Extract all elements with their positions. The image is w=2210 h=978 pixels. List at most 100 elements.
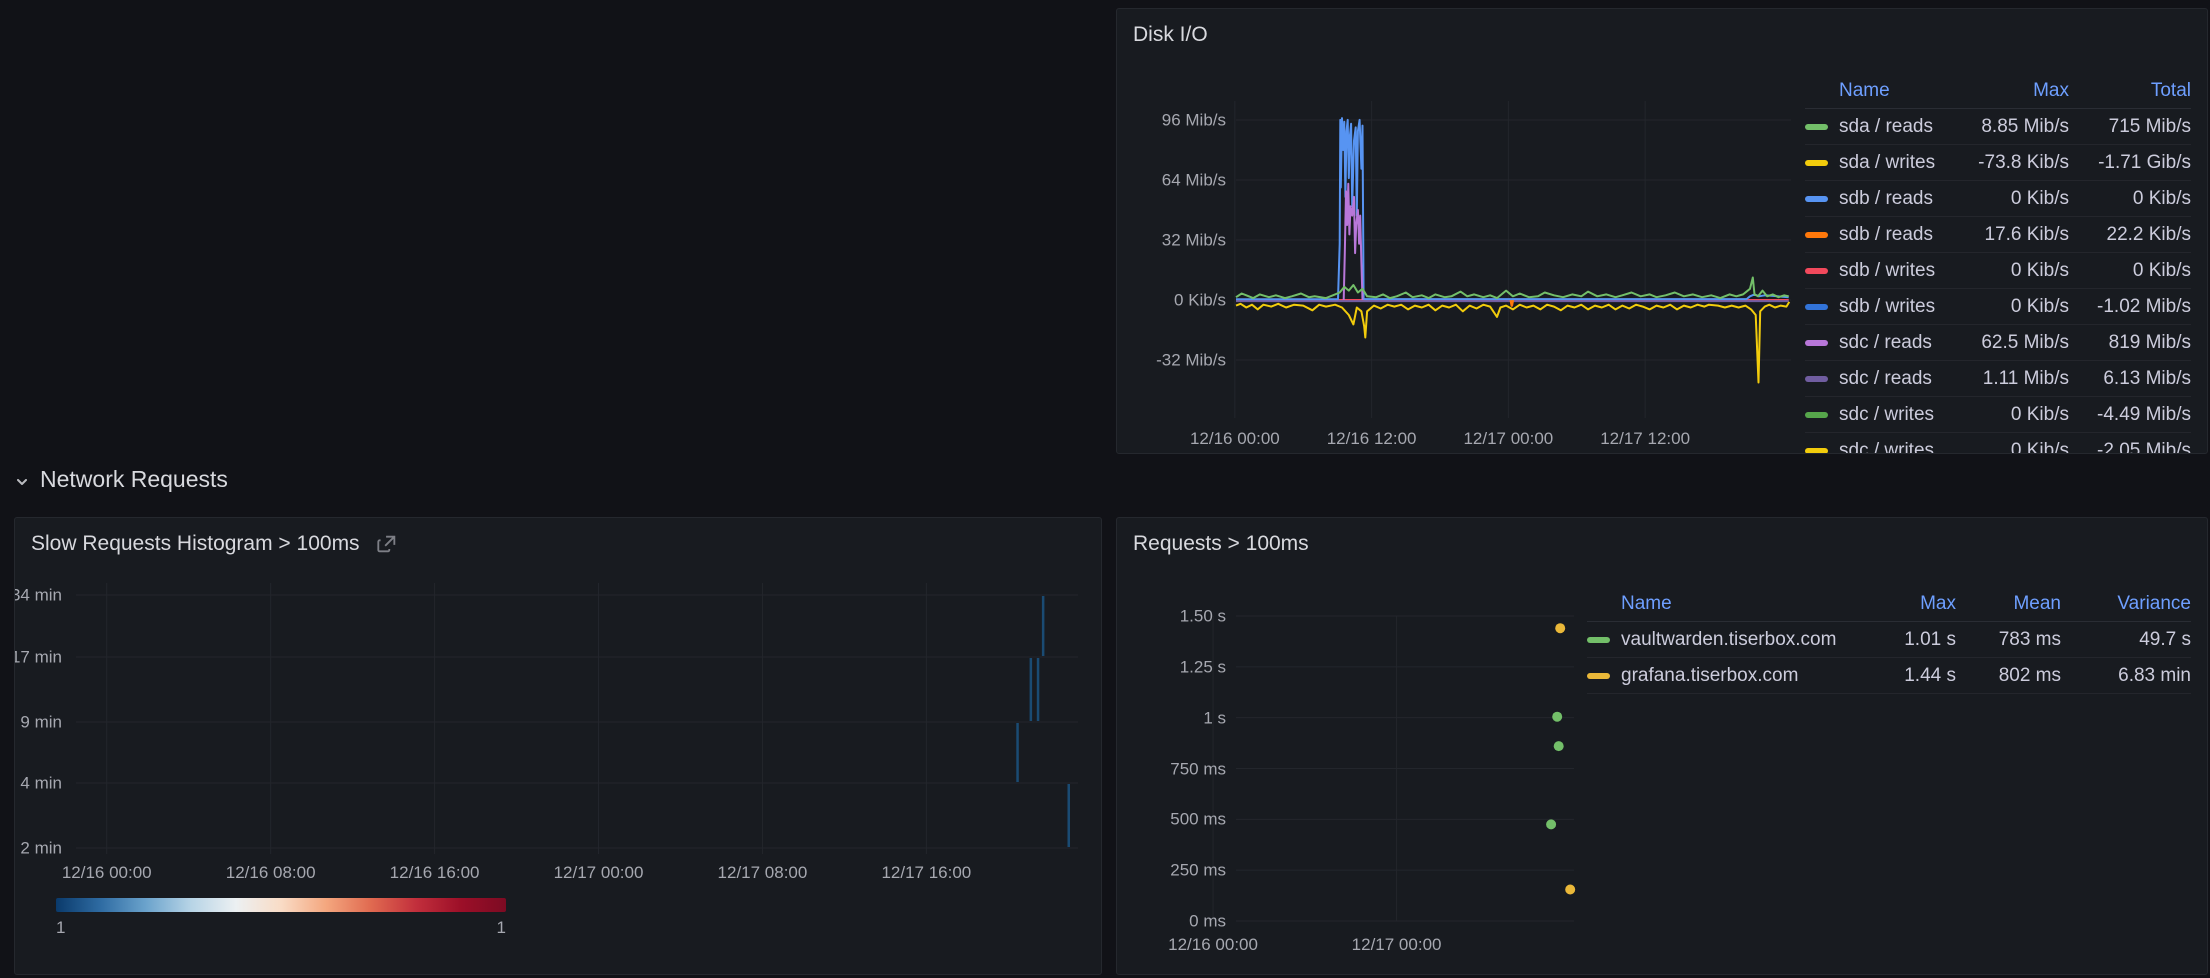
heatmap-cell bbox=[1068, 784, 1071, 847]
legend-value: 802 ms bbox=[1956, 665, 2061, 687]
legend-value: 8.85 Mib/s bbox=[1954, 116, 2069, 138]
heatmap-cell bbox=[1037, 658, 1040, 721]
legend-row[interactable]: sdb / writes0 Kib/s-1.02 Mib/s bbox=[1805, 289, 2191, 325]
legend-column-header[interactable]: Name bbox=[1839, 80, 1954, 102]
legend-value: 0 Kib/s bbox=[1954, 440, 2069, 454]
colorbar-max-label: 1 bbox=[497, 918, 506, 938]
legend-value: sdc / writes bbox=[1839, 440, 1954, 454]
disk-io-legend: NameMaxTotalsda / reads8.85 Mib/s715 Mib… bbox=[1805, 73, 2191, 453]
legend-value: -2.05 Mib/s bbox=[2069, 440, 2191, 454]
disk-y-tick-label: 64 Mib/s bbox=[1162, 171, 1226, 188]
colorbar-min-label: 1 bbox=[56, 918, 65, 938]
heatmap-cell bbox=[1016, 723, 1019, 782]
series-swatch-cell bbox=[1805, 196, 1839, 202]
legend-value: 0 Kib/s bbox=[1954, 404, 2069, 426]
legend-column-header[interactable]: Max bbox=[1861, 593, 1956, 615]
disk-y-tick-label: 96 Mib/s bbox=[1162, 111, 1226, 128]
series-swatch-cell bbox=[1805, 412, 1839, 418]
legend-value: 1.44 s bbox=[1861, 665, 1956, 687]
legend-header-row: NameMaxTotal bbox=[1805, 73, 2191, 109]
legend-header-row: NameMaxMeanVariance bbox=[1587, 586, 2191, 622]
legend-row[interactable]: sda / reads8.85 Mib/s715 Mib/s bbox=[1805, 109, 2191, 145]
histogram-x-tick-label: 12/17 16:00 bbox=[881, 864, 971, 881]
histogram-y-tick-label: 2 min bbox=[20, 840, 62, 857]
legend-value: sdb / reads bbox=[1839, 188, 1954, 210]
section-row-network-requests[interactable]: Network Requests bbox=[14, 466, 228, 493]
scatter-point-grafana.tiserbox.com bbox=[1565, 885, 1575, 895]
histogram-x-tick-label: 12/16 08:00 bbox=[226, 864, 316, 881]
requests-y-tick-label: 750 ms bbox=[1170, 760, 1226, 777]
legend-value: 0 Kib/s bbox=[1954, 260, 2069, 282]
legend-value: sdc / reads bbox=[1839, 368, 1954, 390]
histogram-x-tick-label: 12/17 00:00 bbox=[554, 864, 644, 881]
panel-title-slow-requests[interactable]: Slow Requests Histogram > 100ms bbox=[31, 532, 398, 556]
legend-row[interactable]: sdb / reads17.6 Kib/s22.2 Kib/s bbox=[1805, 217, 2191, 253]
histogram-y-tick-label: 9 min bbox=[20, 714, 62, 731]
series-color-swatch bbox=[1587, 637, 1610, 643]
series-color-swatch bbox=[1805, 448, 1828, 454]
legend-value: -73.8 Kib/s bbox=[1954, 152, 2069, 174]
legend-column-header[interactable]: Mean bbox=[1956, 593, 2061, 615]
legend-value: 0 Kib/s bbox=[2069, 188, 2191, 210]
disk-y-tick-label: 0 Kib/s bbox=[1174, 292, 1226, 309]
legend-row[interactable]: grafana.tiserbox.com1.44 s802 ms6.83 min bbox=[1587, 658, 2191, 694]
legend-value: 22.2 Kib/s bbox=[2069, 224, 2191, 246]
scatter-point-vaultwarden.tiserbox.com bbox=[1552, 712, 1562, 722]
series-swatch-cell bbox=[1587, 637, 1621, 643]
histogram-x-tick-label: 12/16 00:00 bbox=[62, 864, 152, 881]
legend-value: 1.01 s bbox=[1861, 629, 1956, 651]
requests-y-tick-label: 0 ms bbox=[1189, 913, 1226, 930]
series-color-swatch bbox=[1805, 340, 1828, 346]
series-color-swatch bbox=[1805, 376, 1828, 382]
legend-row[interactable]: sda / writes-73.8 Kib/s-1.71 Gib/s bbox=[1805, 145, 2191, 181]
series-color-swatch bbox=[1805, 160, 1828, 166]
series-color-swatch bbox=[1805, 304, 1828, 310]
legend-row[interactable]: sdc / writes0 Kib/s-2.05 Mib/s bbox=[1805, 433, 2191, 453]
series-color-swatch bbox=[1805, 124, 1828, 130]
requests-y-tick-label: 1 s bbox=[1203, 709, 1226, 726]
legend-value: 6.13 Mib/s bbox=[2069, 368, 2191, 390]
legend-value: 49.7 s bbox=[2061, 629, 2191, 651]
legend-row[interactable]: sdc / reads1.11 Mib/s6.13 Mib/s bbox=[1805, 361, 2191, 397]
legend-column-header[interactable]: Max bbox=[1954, 80, 2069, 102]
series-color-swatch bbox=[1805, 196, 1828, 202]
legend-value: grafana.tiserbox.com bbox=[1621, 665, 1861, 687]
series-color-swatch bbox=[1805, 412, 1828, 418]
legend-value: 6.83 min bbox=[2061, 665, 2191, 687]
histogram-y-tick-label: 17 min bbox=[14, 649, 62, 666]
legend-value: 0 Kib/s bbox=[1954, 296, 2069, 318]
legend-value: sdc / writes bbox=[1839, 404, 1954, 426]
disk-x-tick-label: 12/17 12:00 bbox=[1600, 430, 1690, 447]
panel-title-text: Slow Requests Histogram > 100ms bbox=[31, 532, 360, 556]
series-swatch-cell bbox=[1805, 232, 1839, 238]
scatter-point-vaultwarden.tiserbox.com bbox=[1554, 741, 1564, 751]
series-color-swatch bbox=[1805, 268, 1828, 274]
series-swatch-cell bbox=[1587, 673, 1621, 679]
legend-value: 783 ms bbox=[1956, 629, 2061, 651]
legend-row[interactable]: sdc / reads62.5 Mib/s819 Mib/s bbox=[1805, 325, 2191, 361]
disk-x-tick-label: 12/17 00:00 bbox=[1463, 430, 1553, 447]
panel-slow-requests-histogram: Slow Requests Histogram > 100ms 34 min17… bbox=[14, 517, 1102, 975]
requests-x-tick-label: 12/17 00:00 bbox=[1352, 936, 1442, 953]
series-swatch-cell bbox=[1805, 448, 1839, 454]
legend-value: -1.71 Gib/s bbox=[2069, 152, 2191, 174]
panel-title-text: Requests > 100ms bbox=[1133, 532, 1309, 556]
legend-column-header[interactable]: Variance bbox=[2061, 593, 2191, 615]
panel-title-disk-io[interactable]: Disk I/O bbox=[1133, 23, 1208, 47]
series-swatch-cell bbox=[1805, 160, 1839, 166]
external-link-icon[interactable] bbox=[376, 533, 398, 555]
legend-row[interactable]: sdb / writes0 Kib/s0 Kib/s bbox=[1805, 253, 2191, 289]
series-line-sdc-reads-spike bbox=[1344, 184, 1363, 300]
heatmap-cell bbox=[1042, 596, 1045, 656]
legend-row[interactable]: vaultwarden.tiserbox.com1.01 s783 ms49.7… bbox=[1587, 622, 2191, 658]
panel-title-requests[interactable]: Requests > 100ms bbox=[1133, 532, 1309, 556]
legend-row[interactable]: sdc / writes0 Kib/s-4.49 Mib/s bbox=[1805, 397, 2191, 433]
legend-column-header[interactable]: Name bbox=[1621, 593, 1861, 615]
legend-column-header[interactable]: Total bbox=[2069, 80, 2191, 102]
legend-value: 62.5 Mib/s bbox=[1954, 332, 2069, 354]
disk-y-tick-label: 32 Mib/s bbox=[1162, 231, 1226, 248]
legend-value: 0 Kib/s bbox=[1954, 188, 2069, 210]
series-line-sda-reads bbox=[1236, 278, 1789, 299]
legend-row[interactable]: sdb / reads0 Kib/s0 Kib/s bbox=[1805, 181, 2191, 217]
disk-x-tick-label: 12/16 00:00 bbox=[1190, 430, 1280, 447]
